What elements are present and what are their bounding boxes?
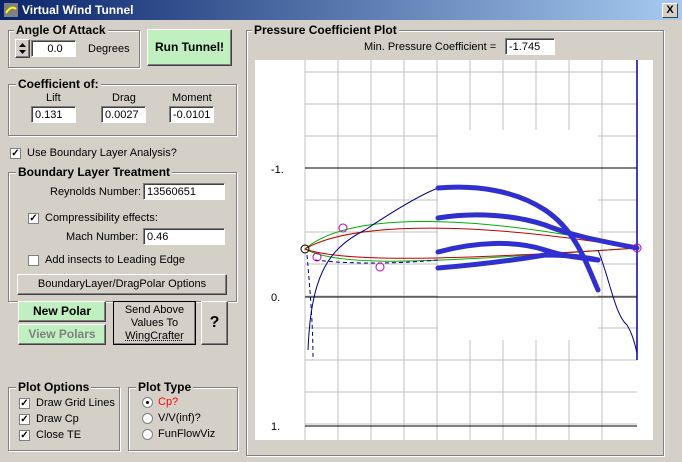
cp-radio-label: Cp? — [158, 396, 179, 408]
new-polar-button[interactable]: New Polar — [18, 301, 106, 322]
insects-checkbox[interactable] — [28, 255, 39, 266]
compressibility-checkbox[interactable]: ✓ — [28, 213, 39, 224]
close-te-label: Close TE — [36, 429, 82, 441]
bl-options-button[interactable]: BoundaryLayer/DragPolar Options — [17, 274, 227, 295]
grid-lines-label: Draw Grid Lines — [36, 397, 115, 409]
min-cp-field: -1.745 — [505, 38, 555, 55]
vvinf-radio[interactable] — [142, 413, 153, 424]
send-line-1: Send Above — [124, 304, 185, 316]
send-to-wingcrafter-button[interactable]: Send Above Values To WingCrafter — [113, 301, 196, 345]
send-line-2: Values To — [130, 317, 179, 329]
angle-input[interactable]: 0.0 — [31, 40, 76, 57]
plot-options-label: Plot Options — [16, 380, 92, 394]
mach-label: Mach Number: — [66, 231, 139, 243]
drag-label: Drag — [112, 92, 136, 104]
draw-cp-checkbox[interactable]: ✓ — [19, 414, 30, 425]
y-tick-label: 1. — [271, 421, 280, 433]
angle-label: Angle Of Attack — [14, 23, 108, 37]
coefficient-label: Coefficient of: — [16, 77, 101, 91]
moment-label: Moment — [172, 92, 212, 104]
y-tick-label: -1. — [271, 164, 284, 176]
angle-units: Degrees — [88, 43, 130, 55]
compressibility-label: Compressibility effects: — [45, 212, 158, 224]
vvinf-radio-label: V/V(inf)? — [158, 412, 201, 424]
y-tick-label: 0. — [271, 292, 280, 304]
help-button[interactable]: ? — [201, 301, 228, 345]
view-polars-button[interactable]: View Polars — [18, 324, 106, 345]
moment-field[interactable]: -0.0101 — [169, 106, 214, 123]
lift-label: Lift — [46, 92, 61, 104]
plot-label: Pressure Coefficient Plot — [252, 23, 399, 37]
cp-radio[interactable] — [142, 397, 153, 408]
use-bl-label: Use Boundary Layer Analysis? — [27, 147, 177, 159]
close-button[interactable]: X — [662, 3, 678, 18]
funflowviz-radio[interactable] — [142, 429, 153, 440]
window-title: Virtual Wind Tunnel — [22, 3, 134, 17]
min-cp-label: Min. Pressure Coefficient = — [364, 41, 497, 53]
spinner-arrows-icon — [19, 43, 26, 54]
draw-cp-label: Draw Cp — [36, 413, 79, 425]
mach-input[interactable]: 0.46 — [143, 228, 225, 245]
reynolds-label: Reynolds Number: — [50, 186, 142, 198]
insects-label: Add insects to Leading Edge — [45, 254, 186, 266]
use-bl-checkbox[interactable]: ✓ — [10, 148, 21, 159]
drag-field[interactable]: 0.0027 — [101, 106, 146, 123]
run-tunnel-button[interactable]: Run Tunnel! — [147, 29, 232, 66]
angle-spinner[interactable] — [15, 39, 30, 58]
title-bar: Virtual Wind Tunnel X — [0, 0, 682, 20]
bl-label: Boundary Layer Treatment — [16, 165, 173, 179]
lift-field[interactable]: 0.131 — [31, 106, 76, 123]
reynolds-input[interactable]: 13560651 — [143, 183, 225, 200]
close-te-checkbox[interactable]: ✓ — [19, 430, 30, 441]
funflowviz-radio-label: FunFlowViz — [158, 428, 216, 440]
plot-type-label: Plot Type — [136, 380, 194, 394]
send-line-3: WingCrafter — [125, 330, 184, 342]
grid-lines-checkbox[interactable]: ✓ — [19, 398, 30, 409]
app-icon — [4, 3, 18, 17]
cp-plot: -1. 0. 1. — [255, 60, 653, 440]
